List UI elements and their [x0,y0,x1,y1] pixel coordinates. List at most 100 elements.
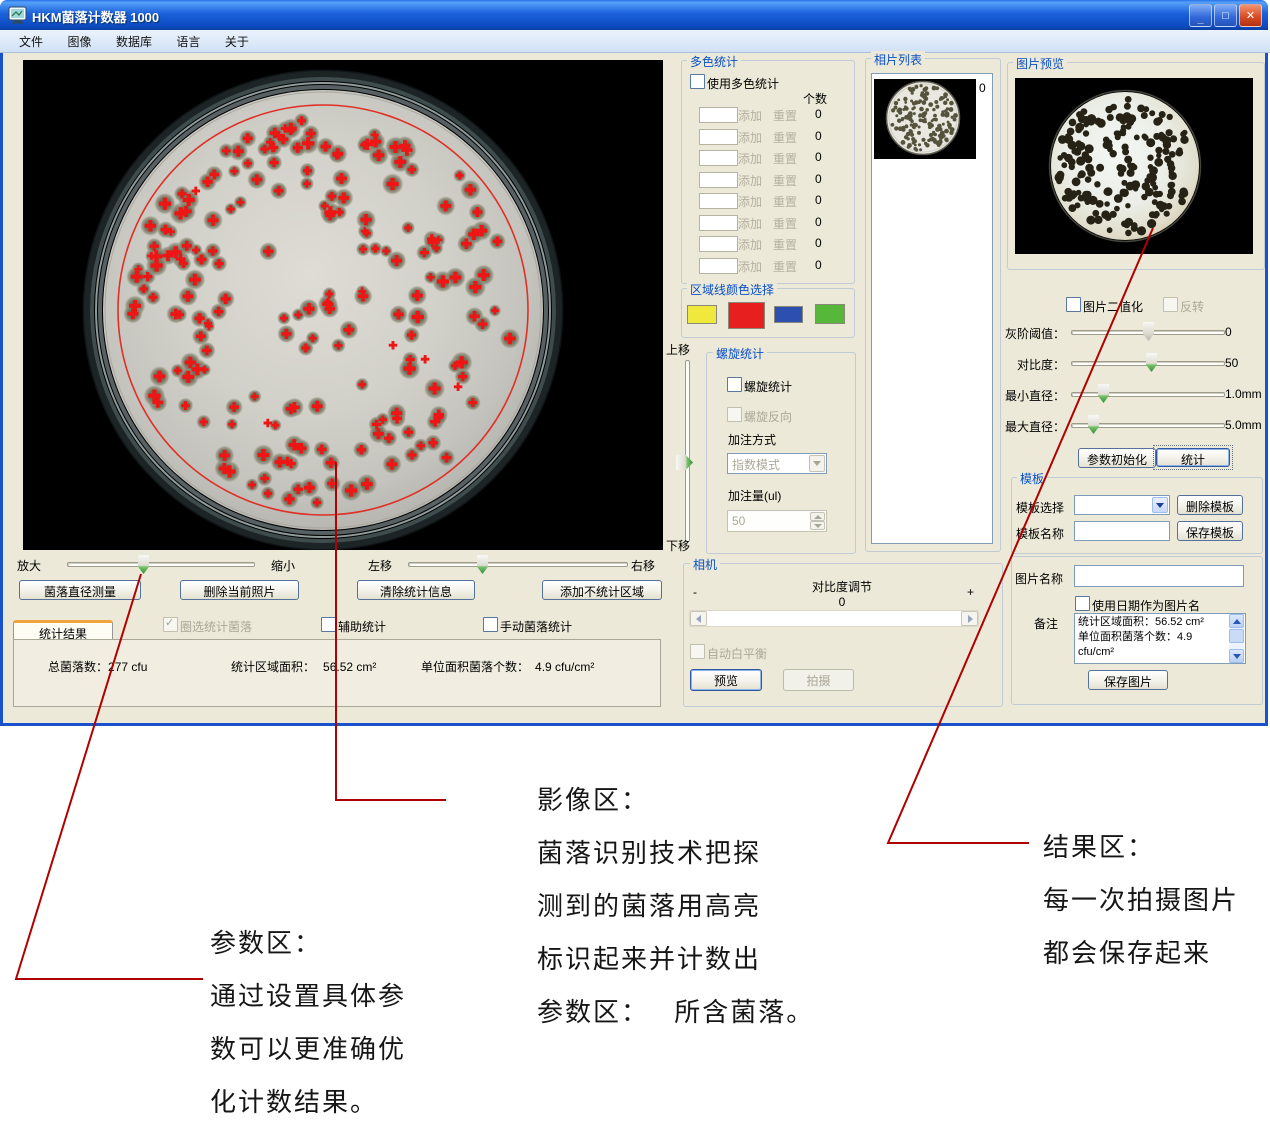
binarize-label: 图片二值化 [1083,298,1143,315]
invert-checkbox[interactable] [1163,297,1178,312]
reset-color-button-8[interactable]: 重置 [773,258,797,275]
manual-count-checkbox[interactable] [483,617,498,632]
spiral-enable-checkbox[interactable] [727,377,742,392]
reset-color-button-3[interactable]: 重置 [773,150,797,167]
contrast-thumb[interactable] [1146,353,1157,372]
note-scrollbar[interactable] [1229,614,1244,663]
spinner-down-icon[interactable] [810,521,825,530]
menu-item-database[interactable]: 数据库 [106,30,162,53]
menu-item-about[interactable]: 关于 [215,30,259,53]
dispense-mode-select[interactable]: 指数模式 [727,453,827,474]
color-swatch-7[interactable] [699,236,738,252]
init-params-button[interactable]: 参数初始化 [1078,448,1156,468]
add-color-button-7[interactable]: 添加 [738,236,762,253]
menu-item-image[interactable]: 图像 [57,30,101,53]
dropdown-arrow-icon[interactable] [809,455,825,472]
add-color-button-6[interactable]: 添加 [738,215,762,232]
pan-slider-track[interactable] [408,562,628,567]
menu-item-file[interactable]: 文件 [9,30,53,53]
color-count-4: 0 [815,172,822,186]
camera-preview-button[interactable]: 预览 [690,669,762,691]
spinner-up-icon[interactable] [810,512,825,521]
max-diameter-thumb[interactable] [1088,415,1099,434]
add-color-button-5[interactable]: 添加 [738,193,762,210]
template-name-label: 模板名称 [1016,525,1064,542]
pan-slider-thumb[interactable] [477,555,488,574]
add-color-button-1[interactable]: 添加 [738,107,762,124]
reset-color-button-6[interactable]: 重置 [773,215,797,232]
reset-color-button-5[interactable]: 重置 [773,193,797,210]
min-diameter-label: 最小直径： [1005,387,1065,404]
dispense-volume-spinner[interactable]: 50 [727,510,827,532]
window-title: HKM菌落计数器 1000 [32,7,159,26]
gray-threshold-label: 灰阶阈值： [1005,325,1065,342]
reset-color-button-7[interactable]: 重置 [773,236,797,253]
scroll-up-icon[interactable] [1229,614,1244,628]
gray-threshold-thumb[interactable] [1143,322,1154,341]
note-line: cfu/cm² [1078,645,1227,660]
picture-name-input[interactable] [1074,565,1244,587]
preview-image[interactable] [1015,78,1253,254]
petri-dish-image[interactable] [23,60,663,550]
annotation-line: 通过设置具体参 [210,971,406,1024]
camera-capture-button[interactable]: 拍摄 [783,669,854,691]
binarize-checkbox[interactable] [1066,297,1081,312]
min-diameter-track[interactable] [1071,392,1225,397]
save-picture-button[interactable]: 保存图片 [1088,670,1168,690]
measure-diameter-button[interactable]: 菌落直径测量 [19,580,141,600]
template-name-input[interactable] [1074,521,1170,541]
contrast-scrollbar[interactable] [689,610,979,627]
title-bar[interactable]: HKM菌落计数器 1000 _ □ ✕ [0,0,1268,30]
add-color-button-2[interactable]: 添加 [738,129,762,146]
reset-color-button-4[interactable]: 重置 [773,172,797,189]
density-value: 4.9 cfu/cm² [535,660,594,674]
note-textarea[interactable]: 统计区域面积：56.52 cm² 单位面积菌落个数：4.9 cfu/cm² [1074,613,1246,664]
color-swatch-8[interactable] [699,258,738,274]
region-color-yellow[interactable] [687,305,717,324]
delete-template-button[interactable]: 删除模板 [1177,495,1243,515]
color-swatch-3[interactable] [699,150,738,166]
circle-select-checkbox[interactable] [163,617,178,632]
photo-thumbnail[interactable] [874,79,976,159]
region-color-blue[interactable] [774,306,803,323]
tab-statistics-results[interactable]: 统计结果 [13,620,113,640]
maximize-button[interactable]: □ [1214,4,1237,27]
use-date-checkbox[interactable] [1075,596,1090,611]
annotation-line: 结果区： [1043,822,1239,875]
color-swatch-5[interactable] [699,193,738,209]
scroll-right-icon[interactable] [961,611,978,626]
zoom-slider-thumb[interactable] [138,555,149,574]
region-color-red[interactable] [728,302,765,329]
scroll-left-icon[interactable] [690,611,707,626]
color-swatch-4[interactable] [699,172,738,188]
vertical-pan-track[interactable] [685,360,690,542]
zoom-slider-track[interactable] [67,562,255,567]
reset-color-button-1[interactable]: 重置 [773,107,797,124]
scroll-thumb[interactable] [1229,629,1244,643]
count-button[interactable]: 统计 [1156,448,1230,467]
region-color-green[interactable] [815,304,845,324]
close-button[interactable]: ✕ [1239,4,1262,27]
color-swatch-6[interactable] [699,215,738,231]
use-multicolor-checkbox[interactable] [690,74,705,89]
minimize-button[interactable]: _ [1189,4,1212,27]
scroll-down-icon[interactable] [1229,649,1244,663]
add-color-button-4[interactable]: 添加 [738,172,762,189]
clear-stats-button[interactable]: 清除统计信息 [357,580,475,600]
save-template-button[interactable]: 保存模板 [1177,521,1243,541]
color-swatch-2[interactable] [699,129,738,145]
delete-photo-button[interactable]: 删除当前照片 [180,580,299,600]
add-exclude-region-button[interactable]: 添加不统计区域 [542,580,662,600]
dropdown-arrow-icon[interactable] [1152,497,1168,513]
vertical-pan-thumb[interactable] [676,455,693,470]
menu-item-language[interactable]: 语言 [166,30,210,53]
spiral-reverse-checkbox[interactable] [727,407,742,422]
add-color-button-8[interactable]: 添加 [738,258,762,275]
add-color-button-3[interactable]: 添加 [738,150,762,167]
color-swatch-1[interactable] [699,107,738,123]
assist-count-checkbox[interactable] [321,617,336,632]
template-select[interactable] [1074,495,1170,515]
auto-white-balance-checkbox[interactable] [690,644,705,659]
min-diameter-thumb[interactable] [1098,384,1109,403]
reset-color-button-2[interactable]: 重置 [773,129,797,146]
